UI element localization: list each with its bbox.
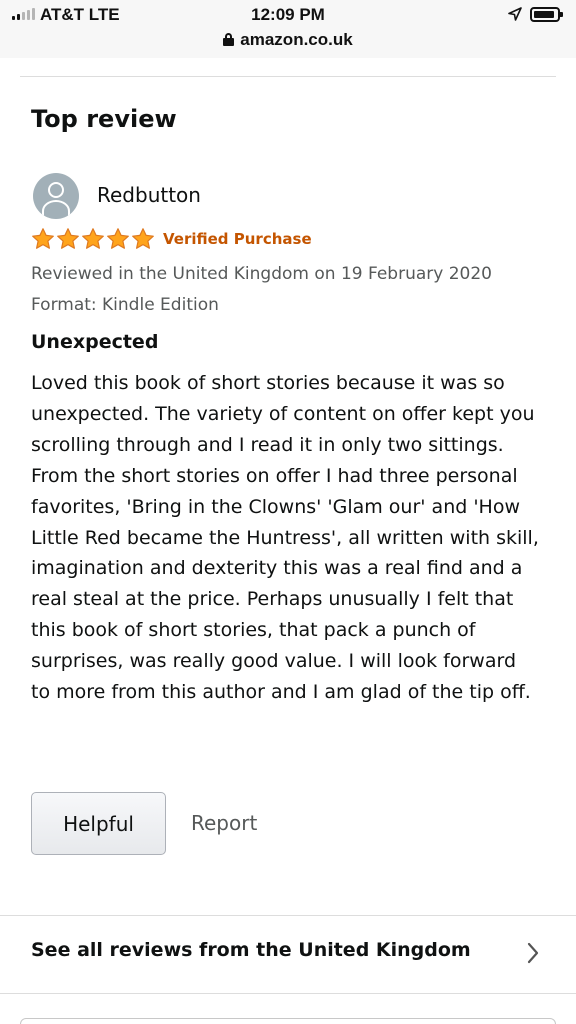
review-date: Reviewed in the United Kingdom on 19 Feb… bbox=[31, 264, 492, 284]
chevron-right-icon bbox=[527, 942, 539, 964]
star-icon bbox=[57, 228, 79, 249]
location-arrow-icon bbox=[508, 7, 522, 21]
star-icon bbox=[32, 228, 54, 249]
review-title: Unexpected bbox=[31, 331, 159, 353]
verified-purchase-badge: Verified Purchase bbox=[163, 230, 312, 248]
review-format[interactable]: Format: Kindle Edition bbox=[31, 295, 219, 315]
divider bbox=[20, 76, 556, 77]
star-icon bbox=[132, 228, 154, 249]
clock: 12:09 PM bbox=[251, 5, 325, 24]
section-title: Top review bbox=[31, 105, 177, 133]
divider bbox=[0, 993, 576, 994]
address-bar[interactable]: amazon.co.uk bbox=[0, 30, 576, 50]
lock-icon bbox=[223, 33, 235, 46]
see-all-reviews-label: See all reviews from the United Kingdom bbox=[31, 939, 471, 961]
helpful-button[interactable]: Helpful bbox=[31, 792, 166, 855]
report-link[interactable]: Report bbox=[191, 811, 257, 835]
reviewer-name[interactable]: Redbutton bbox=[97, 183, 201, 207]
status-bar: AT&T LTE 12:09 PM amazon.co.uk bbox=[0, 0, 576, 58]
star-rating[interactable] bbox=[31, 227, 155, 251]
next-section-box bbox=[20, 1018, 556, 1024]
star-icon bbox=[82, 228, 104, 249]
url-text: amazon.co.uk bbox=[240, 30, 353, 49]
see-all-reviews-link[interactable]: See all reviews from the United Kingdom bbox=[0, 916, 576, 993]
avatar bbox=[33, 173, 79, 219]
battery-icon bbox=[530, 7, 563, 22]
star-icon bbox=[107, 228, 129, 249]
review-body: Loved this book of short stories because… bbox=[31, 372, 539, 704]
